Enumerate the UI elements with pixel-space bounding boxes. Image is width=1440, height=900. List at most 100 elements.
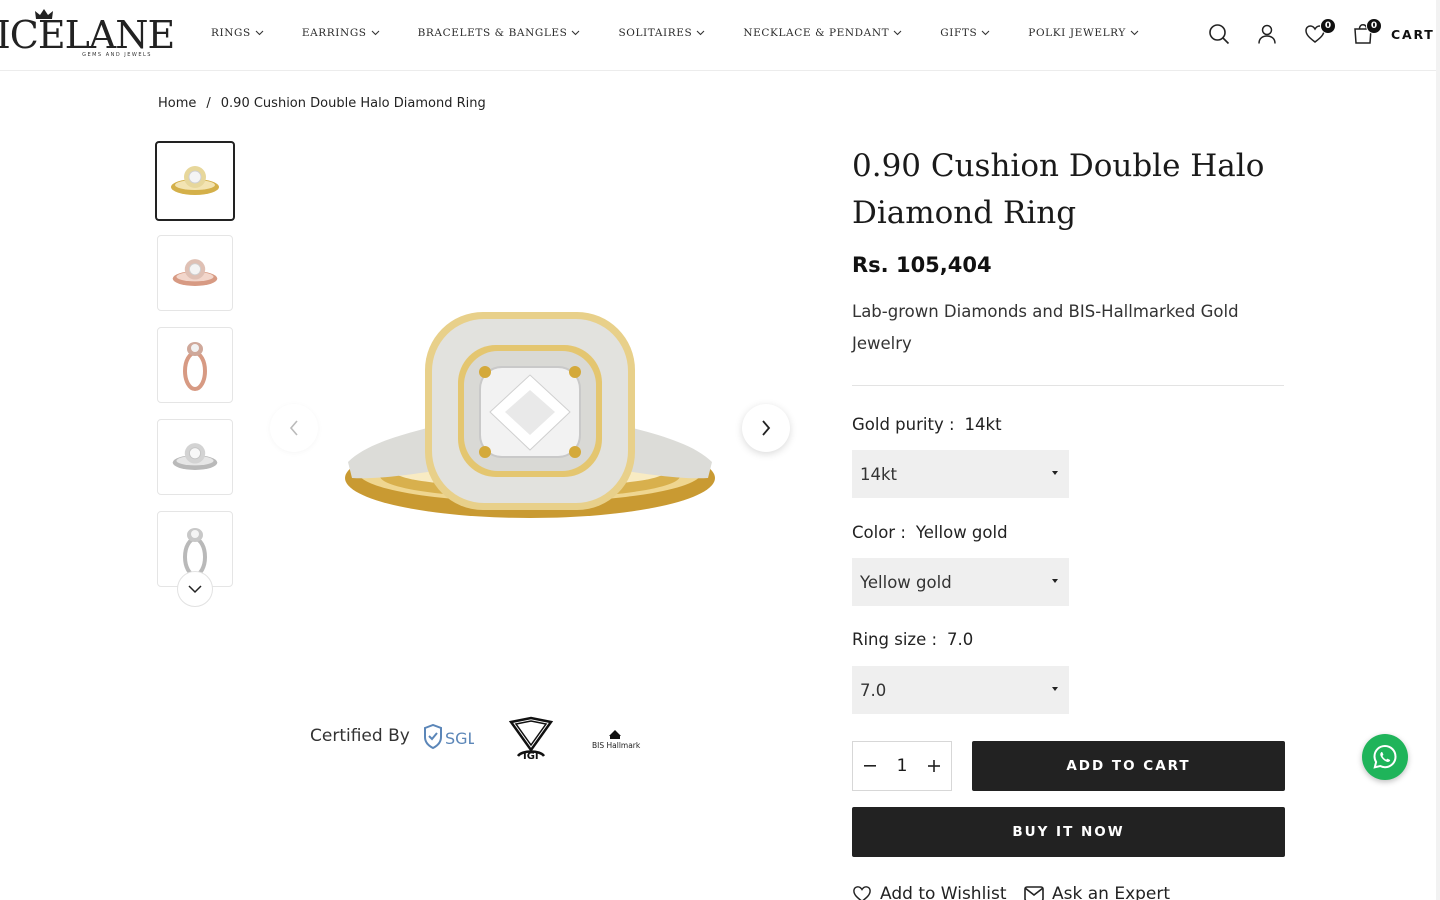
color-label: Color : Yellow gold [852,523,1008,542]
nav-gifts[interactable]: GIFTS [940,27,990,39]
nav-necklace-pendant[interactable]: NECKLACE & PENDANT [743,27,902,39]
nav-bracelets-bangles[interactable]: BRACELETS & BANGLES [418,27,581,39]
search-button[interactable] [1206,20,1232,48]
certified-by-section: Certified By SGL IGI BIS Hallmark [310,714,650,764]
nav-rings[interactable]: RINGS [211,27,264,39]
account-button[interactable] [1254,20,1280,48]
gold-purity-value: 14kt [964,415,1002,434]
whatsapp-icon [1373,744,1397,769]
igi-logo-icon: IGI [508,716,554,760]
nav-label: NECKLACE & PENDANT [743,27,890,39]
color-select[interactable]: Yellow gold [852,558,1069,606]
ring-thumbnail-image [183,342,207,391]
ask-an-expert-link[interactable]: Ask an Expert [1024,884,1170,900]
quantity-increase-button[interactable] [925,757,943,775]
breadcrumb: Home / 0.90 Cushion Double Halo Diamond … [158,96,486,111]
chevron-down-icon [981,30,990,36]
plus-icon [927,760,940,772]
gold-purity-select[interactable]: 14kt [852,450,1069,498]
certified-by-label: Certified By [310,726,410,746]
nav-solitaires[interactable]: SOLITAIRES [618,27,705,39]
chevron-down-icon [255,30,264,36]
ring-thumbnail-image [171,166,219,195]
chevron-down-icon [188,584,202,593]
chevron-left-icon [289,420,298,436]
chevron-down-icon [893,30,902,36]
nav-label: SOLITAIRES [618,27,693,39]
cart-label[interactable]: CART [1391,27,1435,42]
ring-size-selected: 7.0 [860,680,887,700]
minus-icon [864,765,876,767]
wishlist-button[interactable]: 0 [1302,18,1336,48]
ring-size-value: 7.0 [947,630,974,649]
thumbnail-rose-gold-top[interactable] [157,235,233,311]
crown-icon [35,9,53,19]
cart-button[interactable]: 0 [1350,18,1382,48]
chevron-right-icon [762,420,771,436]
whatsapp-chat-button[interactable] [1362,734,1408,780]
buy-now-button[interactable]: BUY IT NOW [852,807,1285,857]
gold-purity-selected: 14kt [860,464,898,484]
brand-tagline: GEMS AND JEWELS [82,52,152,58]
image-prev-button[interactable] [270,404,318,452]
product-main-image [345,312,715,518]
thumbnail-yellow-gold-top[interactable] [155,141,235,221]
breadcrumb-home-link[interactable]: Home [158,96,196,111]
cart-count-badge: 0 [1366,18,1382,34]
add-to-cart-button[interactable]: ADD TO CART [972,741,1285,791]
add-to-wishlist-label: Add to Wishlist [880,884,1007,900]
thumbnail-white-gold-top[interactable] [157,419,233,495]
search-icon [1209,24,1230,45]
ring-size-label-text: Ring size : [852,630,938,649]
ring-size-label: Ring size : 7.0 [852,630,973,649]
add-to-wishlist-link[interactable]: Add to Wishlist [852,884,1007,900]
product-description: Lab-grown Diamonds and BIS-Hallmarked Go… [852,302,1239,353]
page-scrollbar[interactable] [1436,0,1440,900]
account-icon [1258,24,1276,44]
bis-hallmark-logo-icon: BIS Hallmark [592,730,641,750]
heart-icon [853,886,871,900]
ring-thumbnail-image [172,443,218,470]
nav-earrings[interactable]: EARRINGS [302,27,380,39]
nav-label: POLKI JEWELRY [1028,27,1126,39]
product-title: 0.90 Cushion Double Halo Diamond Ring [852,148,1265,231]
nav-label: RINGS [211,27,251,39]
caret-down-icon [1052,579,1058,583]
main-nav: RINGS EARRINGS BRACELETS & BANGLES SOLIT… [211,27,1139,39]
mail-icon [1024,886,1044,900]
svg-text:SGL: SGL [445,729,474,748]
color-label-text: Color : [852,523,906,542]
divider [852,385,1284,386]
breadcrumb-separator: / [206,96,211,111]
quantity-value[interactable]: 1 [897,756,908,776]
ask-an-expert-label: Ask an Expert [1052,884,1171,900]
color-selected: Yellow gold [860,572,952,592]
svg-text:BIS Hallmark: BIS Hallmark [592,741,641,750]
ring-thumbnail-image [183,528,207,577]
breadcrumb-current: 0.90 Cushion Double Halo Diamond Ring [220,96,486,111]
ring-size-select[interactable]: 7.0 [852,666,1069,714]
quantity-stepper: 1 [852,741,952,791]
caret-down-icon [1052,471,1058,475]
thumbnails-scroll-down-button[interactable] [177,571,213,607]
gold-purity-label: Gold purity : 14kt [852,415,1002,434]
product-price: Rs. 105,404 [852,253,992,277]
wishlist-count-badge: 0 [1320,18,1336,34]
chevron-down-icon [572,30,580,36]
color-value: Yellow gold [915,523,1008,542]
nav-polki-jewelry[interactable]: POLKI JEWELRY [1028,27,1139,39]
chevron-down-icon [371,30,379,36]
caret-down-icon [1052,687,1058,691]
site-header: ICELANE GEMS AND JEWELS RINGS EARRINGS B… [0,0,1440,71]
image-next-button[interactable] [742,404,790,452]
sgl-logo-icon: SGL [424,724,474,750]
nav-label: EARRINGS [301,27,367,39]
thumbnail-rose-gold-side[interactable] [157,327,233,403]
quantity-decrease-button[interactable] [861,757,879,775]
gold-purity-label-text: Gold purity : [852,415,955,434]
brand-logo[interactable]: ICELANE GEMS AND JEWELS [0,6,175,64]
ring-thumbnail-image [172,259,218,286]
chevron-down-icon [1130,30,1139,36]
nav-label: GIFTS [940,27,978,39]
chevron-down-icon [696,30,705,36]
